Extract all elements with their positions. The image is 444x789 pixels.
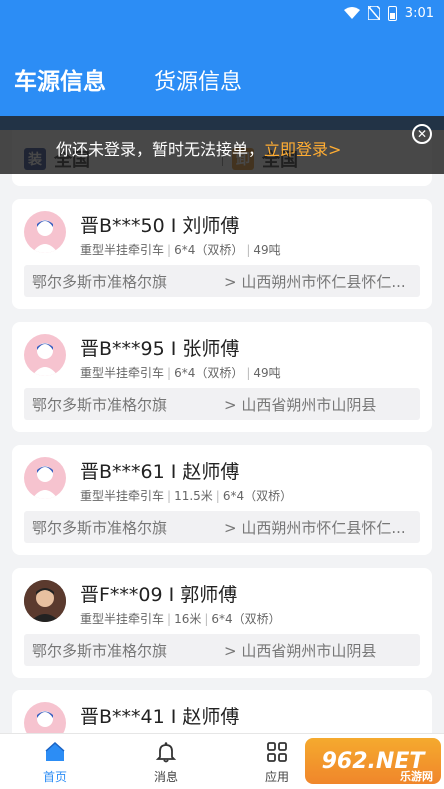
route-to: > 山西省朔州市山阴县 (224, 395, 377, 414)
login-toast: 你还未登录，暂时无法接单，立即登录> (0, 116, 444, 174)
spec-type: 重型半挂牵引车 (80, 366, 165, 380)
grid-icon (267, 742, 287, 762)
toast-message: 你还未登录，暂时无法接单，立即登录> (56, 136, 341, 160)
status-time: 3:01 (404, 5, 434, 21)
toast-message-text: 你还未登录，暂时无法接单， (56, 140, 265, 159)
driver-avatar (24, 457, 66, 499)
card-title: 晋B***41 I 赵师傅 (80, 706, 240, 728)
nav-home[interactable]: 首页 (25, 740, 85, 785)
card-specs: 重型半挂牵引车 | 6*4（双桥） | 49吨 (80, 366, 281, 380)
card-title: 晋B***50 I 刘师傅 (80, 215, 240, 237)
nav-messages-label: 消息 (153, 770, 178, 784)
truck-card[interactable]: 晋B***61 I 赵师傅 重型半挂牵引车 | 11.5米 | 6*4（双桥） 鄂尔多斯… (12, 445, 432, 555)
route-box: 鄂尔多斯市准格尔旗 > 山西省朔州市山阴县 (24, 388, 420, 420)
route-from: 鄂尔多斯市准格尔旗 (32, 641, 168, 660)
top-tabs: 车源信息 货源信息 (14, 62, 242, 96)
spec-length: 11.5米 (174, 489, 213, 503)
spec-length: 16米 (174, 612, 202, 626)
route-to: > 山西省朔州市山阴县 (224, 641, 377, 660)
spec-weight: 49吨 (253, 366, 281, 380)
app-header: 3:01 车源信息 货源信息 (0, 0, 444, 130)
spec-type: 重型半挂牵引车 (80, 612, 165, 626)
card-title: 晋F***09 I 郭师傅 (80, 584, 238, 606)
card-specs: 重型半挂牵引车 | 6*4（双桥） | 49吨 (80, 243, 281, 257)
wifi-icon (343, 7, 360, 19)
spec-axle: 6*4（双桥） (211, 612, 281, 626)
route-from: 鄂尔多斯市准格尔旗 (32, 518, 168, 537)
spec-axle: 6*4（双桥） (222, 489, 293, 503)
home-icon (45, 741, 65, 761)
watermark-sub: 乐游网 (400, 770, 433, 783)
login-link[interactable]: 立即登录> (264, 140, 341, 159)
close-icon[interactable]: ✕ (412, 124, 432, 144)
truck-card[interactable]: 晋B***50 I 刘师傅 重型半挂牵引车 | 6*4（双桥） | 49吨 鄂尔多斯市准… (12, 199, 432, 309)
tab-cargo-source[interactable]: 货源信息 (154, 64, 242, 96)
spec-type: 重型半挂牵引车 (80, 243, 165, 257)
route-box: 鄂尔多斯市准格尔旗 > 山西省朔州市山阴县 (24, 634, 420, 666)
card-title: 晋B***95 I 张师傅 (80, 338, 240, 360)
driver-avatar (24, 334, 66, 376)
nav-home-label: 首页 (42, 770, 67, 784)
driver-avatar (24, 211, 66, 253)
route-to: > 山西朔州市怀仁县怀仁... (224, 272, 406, 291)
spec-axle: 6*4（双桥） (174, 243, 244, 257)
tab-vehicle-source[interactable]: 车源信息 (14, 62, 106, 96)
bell-icon (155, 742, 177, 763)
card-specs: 重型半挂牵引车 | 16米 | 6*4（双桥） (80, 612, 281, 626)
truck-card[interactable]: 晋B***95 I 张师傅 重型半挂牵引车 | 6*4（双桥） | 49吨 鄂尔多斯市准… (12, 322, 432, 432)
driver-photo-avatar (24, 580, 66, 622)
spec-type: 重型半挂牵引车 (80, 489, 165, 503)
card-specs: 重型半挂牵引车 | 11.5米 | 6*4（双桥） (80, 489, 293, 503)
no-sim-icon (367, 6, 380, 20)
route-box: 鄂尔多斯市准格尔旗 > 山西朔州市怀仁县怀仁... (24, 511, 420, 543)
nav-apps[interactable]: 应用 (247, 740, 307, 785)
spec-weight: 49吨 (253, 243, 281, 257)
route-box: 鄂尔多斯市准格尔旗 > 山西朔州市怀仁县怀仁... (24, 265, 420, 297)
nav-messages[interactable]: 消息 (136, 740, 196, 785)
site-watermark-logo: 962.NET 乐游网 (305, 738, 441, 784)
nav-apps-label: 应用 (264, 770, 289, 784)
truck-card[interactable]: 晋F***09 I 郭师傅 重型半挂牵引车 | 16米 | 6*4（双桥） 鄂尔多斯市准… (12, 568, 432, 678)
status-bar: 3:01 (343, 3, 434, 23)
route-from: 鄂尔多斯市准格尔旗 (32, 395, 168, 414)
battery-icon (387, 5, 397, 21)
route-to: > 山西朔州市怀仁县怀仁... (224, 518, 406, 537)
card-title: 晋B***61 I 赵师傅 (80, 461, 240, 483)
route-from: 鄂尔多斯市准格尔旗 (32, 272, 168, 291)
spec-axle: 6*4（双桥） (174, 366, 244, 380)
